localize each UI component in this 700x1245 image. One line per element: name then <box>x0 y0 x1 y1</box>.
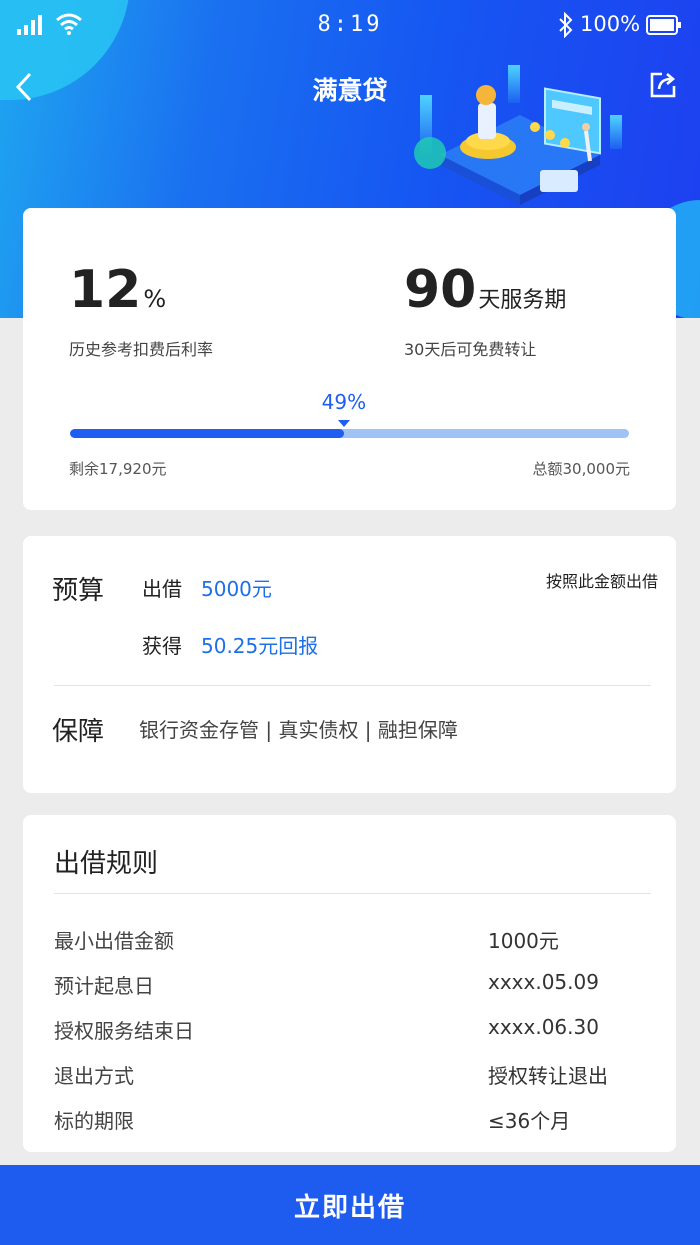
progress-bar <box>70 429 629 438</box>
divider <box>54 893 651 894</box>
budget-title: 预算 <box>52 576 105 606</box>
rule-row-start-date: 预计起息日 xxxx.05.09 <box>54 970 651 1000</box>
rule-key: 标的期限 <box>54 1109 134 1133</box>
rule-value: 授权转让退出 <box>488 1064 608 1088</box>
rule-key: 最小出借金额 <box>54 929 174 953</box>
lend-by-amount-link[interactable]: 按照此金额出借 <box>546 568 658 592</box>
rule-row-exit-method: 退出方式 授权转让退出 <box>54 1060 651 1090</box>
term-unit: 天服务期 <box>478 288 567 313</box>
lend-now-button[interactable]: 立即出借 <box>0 1165 700 1245</box>
rule-value: xxxx.05.09 <box>488 970 599 994</box>
rule-value: ≤36个月 <box>488 1109 571 1133</box>
product-summary-card: 12% 历史参考扣费后利率 90天服务期 30天后可免费转让 49% 剩余17,… <box>23 208 676 510</box>
divider <box>54 685 651 686</box>
gain-label: 获得 <box>142 634 182 658</box>
rate-label: 历史参考扣费后利率 <box>69 340 214 359</box>
rule-key: 退出方式 <box>54 1064 134 1088</box>
rule-row-term: 标的期限 ≤36个月 <box>54 1105 651 1135</box>
guarantee-title: 保障 <box>52 717 105 747</box>
share-icon[interactable] <box>648 70 678 100</box>
term-label: 30天后可免费转让 <box>404 340 537 359</box>
rule-row-min-amount: 最小出借金额 1000元 <box>54 925 651 955</box>
budget-card: 预算 出借 5000元 按照此金额出借 获得 50.25元回报 保障 银行资金存… <box>23 536 676 793</box>
remaining-amount: 剩余17,920元 <box>69 460 167 478</box>
page-title: 满意贷 <box>312 76 388 105</box>
rule-key: 预计起息日 <box>54 974 154 998</box>
lend-label: 出借 <box>142 577 182 601</box>
bluetooth-icon <box>559 12 573 38</box>
lending-rules-card: 出借规则 最小出借金额 1000元 预计起息日 xxxx.05.09 授权服务结… <box>23 815 676 1152</box>
rate-unit: % <box>143 285 167 313</box>
progress-marker-icon <box>337 420 350 427</box>
term-value: 90天服务期 <box>404 260 567 320</box>
battery-icon <box>646 15 681 35</box>
battery-percent: 100% <box>580 12 641 36</box>
rule-value: 1000元 <box>488 929 559 953</box>
progress-percent: 49% <box>321 390 367 414</box>
rule-value: xxxx.06.30 <box>488 1015 599 1039</box>
total-amount: 总额30,000元 <box>532 460 631 478</box>
rule-key: 授权服务结束日 <box>54 1019 194 1043</box>
lend-amount[interactable]: 5000元 <box>201 573 272 602</box>
progress-bar-fill <box>70 429 344 438</box>
status-bar: 8:19 100% <box>0 0 700 52</box>
rule-row-end-date: 授权服务结束日 xxxx.06.30 <box>54 1015 651 1045</box>
guarantee-text: 银行资金存管 | 真实债权 | 融担保障 <box>139 718 458 742</box>
gain-amount: 50.25元回报 <box>201 634 319 658</box>
rate-value: 12% <box>69 260 167 320</box>
rules-title: 出借规则 <box>54 849 159 879</box>
